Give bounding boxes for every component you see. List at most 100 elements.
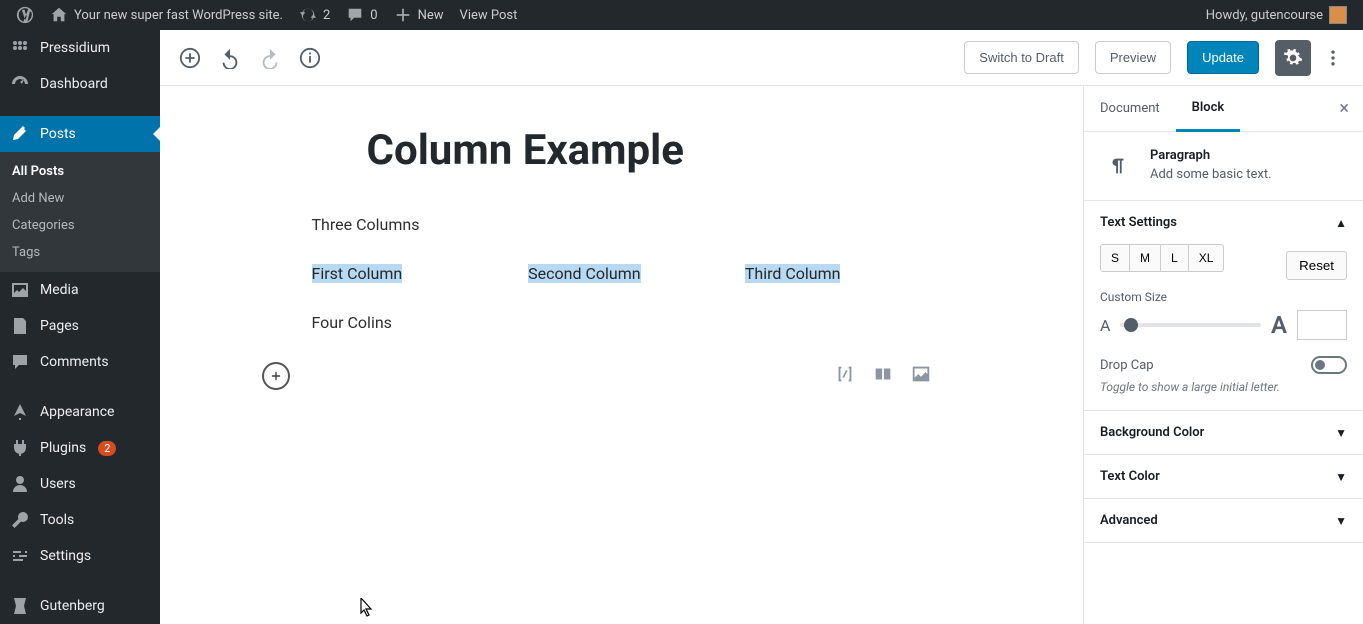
add-block-button[interactable]	[172, 40, 208, 76]
view-label: View Post	[460, 8, 518, 23]
paragraph-block[interactable]: Four Colins	[312, 313, 932, 332]
drop-cap-label: Drop Cap	[1100, 358, 1154, 373]
block-info-panel: Paragraph Add some basic text.	[1084, 132, 1363, 201]
tab-block[interactable]: Block	[1176, 86, 1241, 132]
text-color-header[interactable]: Text Color▼	[1084, 455, 1363, 498]
size-s-button[interactable]: S	[1100, 244, 1130, 272]
sidebar-item-settings[interactable]: Settings	[0, 538, 160, 574]
sidebar-item-plugins[interactable]: Plugins 2	[0, 430, 160, 466]
column-text: Third Column	[745, 264, 841, 283]
tab-document[interactable]: Document	[1084, 87, 1176, 130]
text-color-panel: Text Color▼	[1084, 455, 1363, 499]
site-home[interactable]: Your new super fast WordPress site.	[42, 6, 291, 24]
advanced-header[interactable]: Advanced▼	[1084, 499, 1363, 542]
chevron-down-icon: ▼	[1335, 426, 1347, 440]
column-2[interactable]: Second Column	[528, 264, 715, 283]
new-label: New	[418, 8, 444, 23]
image-icon[interactable]	[910, 363, 932, 389]
sidebar-item-tools[interactable]: Tools	[0, 502, 160, 538]
redo-button[interactable]	[252, 40, 288, 76]
site-title: Your new super fast WordPress site.	[74, 8, 283, 23]
editor-body: Column Example Three Columns First Colum…	[160, 86, 1363, 624]
admin-bar: Your new super fast WordPress site. 2 0 …	[0, 0, 1363, 30]
chevron-down-icon: ▼	[1335, 514, 1347, 528]
sidebar-item-label: Plugins	[40, 440, 86, 456]
reset-size-button[interactable]: Reset	[1286, 251, 1347, 280]
sidebar-item-appearance[interactable]: Appearance	[0, 394, 160, 430]
switch-draft-button[interactable]: Switch to Draft	[964, 41, 1079, 74]
submenu-categories[interactable]: Categories	[0, 212, 160, 239]
undo-button[interactable]	[212, 40, 248, 76]
posts-submenu: All Posts Add New Categories Tags	[0, 152, 160, 272]
advanced-panel: Advanced▼	[1084, 499, 1363, 543]
sidebar-item-comments[interactable]: Comments	[0, 344, 160, 380]
admin-sidebar: Pressidium Dashboard Posts All Posts Add…	[0, 30, 160, 624]
size-l-button[interactable]: L	[1160, 244, 1189, 272]
quick-inserter	[834, 363, 932, 389]
view-post-link[interactable]: View Post	[452, 8, 526, 23]
sidebar-item-media[interactable]: Media	[0, 272, 160, 308]
update-button[interactable]: Update	[1187, 41, 1259, 74]
editor: Switch to Draft Preview Update Column Ex…	[160, 30, 1363, 624]
sidebar-item-label: Users	[40, 476, 76, 492]
more-options-button[interactable]	[1315, 40, 1351, 76]
editor-canvas[interactable]: Column Example Three Columns First Colum…	[160, 86, 1083, 624]
close-settings-button[interactable]: ×	[1325, 98, 1363, 119]
a-big-icon: A	[1271, 311, 1287, 339]
comments-bubble[interactable]: 0	[338, 6, 385, 24]
user-avatar	[1329, 6, 1347, 24]
text-settings-panel: Text Settings▲ S M L XL Reset Custom Siz…	[1084, 201, 1363, 411]
sidebar-item-dashboard[interactable]: Dashboard	[0, 66, 160, 102]
wp-logo[interactable]	[8, 6, 42, 24]
preview-button[interactable]: Preview	[1095, 41, 1171, 74]
size-xl-button[interactable]: XL	[1188, 244, 1225, 272]
sidebar-item-pages[interactable]: Pages	[0, 308, 160, 344]
columns-block[interactable]: First Column Second Column Third Column	[312, 264, 932, 283]
drop-cap-help: Toggle to show a large initial letter.	[1100, 380, 1347, 394]
block-appender	[262, 362, 932, 390]
font-size-buttons: S M L XL	[1100, 244, 1224, 272]
settings-sidebar: Document Block × Paragraph Add some basi…	[1083, 86, 1363, 624]
sidebar-item-users[interactable]: Users	[0, 466, 160, 502]
paragraph-block[interactable]: Three Columns	[312, 215, 932, 234]
sidebar-item-label: Settings	[40, 548, 91, 564]
howdy-user[interactable]: Howdy, gutencourse	[1198, 6, 1355, 24]
sidebar-item-label: Dashboard	[40, 76, 108, 92]
shortcode-icon[interactable]	[834, 363, 856, 389]
submenu-add-new[interactable]: Add New	[0, 185, 160, 212]
font-size-slider[interactable]	[1120, 323, 1261, 327]
sidebar-item-pressidium[interactable]: Pressidium	[0, 30, 160, 66]
columns-icon[interactable]	[872, 363, 894, 389]
font-size-input[interactable]	[1297, 310, 1347, 340]
block-name: Paragraph	[1150, 148, 1272, 163]
submenu-tags[interactable]: Tags	[0, 239, 160, 266]
sidebar-item-label: Pressidium	[40, 40, 110, 56]
settings-tabs: Document Block ×	[1084, 86, 1363, 132]
drop-cap-toggle[interactable]	[1311, 356, 1347, 374]
updates[interactable]: 2	[291, 6, 338, 24]
editor-header: Switch to Draft Preview Update	[160, 30, 1363, 86]
settings-toggle-button[interactable]	[1275, 40, 1311, 76]
size-m-button[interactable]: M	[1129, 244, 1161, 272]
updates-count: 2	[323, 8, 330, 23]
submenu-all-posts[interactable]: All Posts	[0, 158, 160, 185]
sidebar-item-gutenberg[interactable]: Gutenberg	[0, 588, 160, 624]
sidebar-item-label: Media	[40, 282, 79, 298]
paragraph-icon	[1100, 148, 1136, 184]
comments-count: 0	[370, 8, 377, 23]
column-1[interactable]: First Column	[312, 264, 499, 283]
custom-size-label: Custom Size	[1100, 290, 1347, 304]
post-title[interactable]: Column Example	[367, 126, 932, 175]
bg-color-header[interactable]: Background Color▼	[1084, 411, 1363, 454]
a-small-icon: A	[1100, 316, 1110, 335]
text-settings-header[interactable]: Text Settings▲	[1084, 201, 1363, 244]
sidebar-item-posts[interactable]: Posts	[0, 116, 160, 152]
sidebar-item-label: Gutenberg	[40, 598, 105, 614]
info-button[interactable]	[292, 40, 328, 76]
add-block-inline-button[interactable]	[262, 362, 290, 390]
chevron-up-icon: ▲	[1335, 216, 1347, 230]
plugins-badge: 2	[98, 441, 116, 456]
column-3[interactable]: Third Column	[745, 264, 932, 283]
chevron-down-icon: ▼	[1335, 470, 1347, 484]
new-link[interactable]: New	[386, 6, 452, 24]
